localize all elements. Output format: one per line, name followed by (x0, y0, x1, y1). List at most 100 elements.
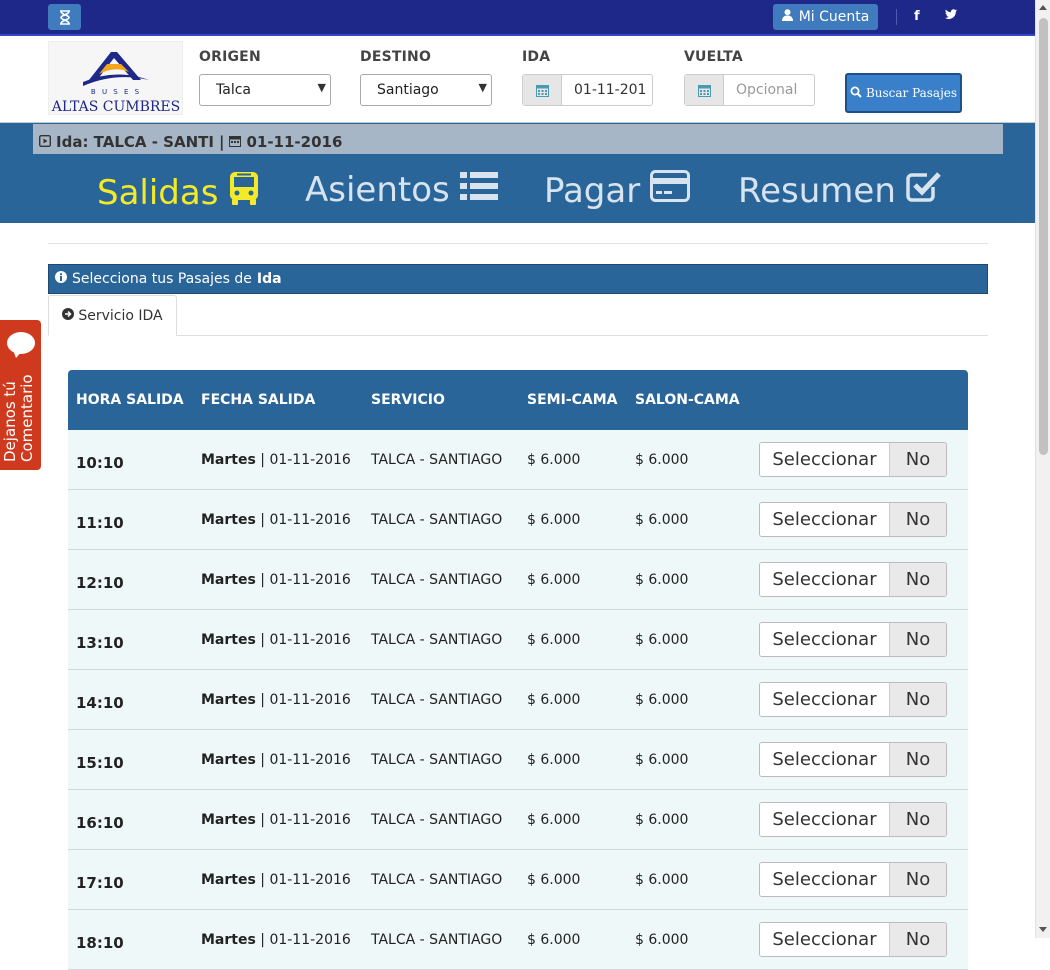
salon-cama-price: $ 6.000 (635, 572, 689, 588)
toggle-no[interactable]: No (890, 503, 946, 536)
select-toggle[interactable]: Seleccionar No (759, 442, 947, 477)
info-bar: Selecciona tus Pasajes de Ida (48, 264, 988, 294)
select-button[interactable]: Seleccionar (760, 863, 890, 896)
departure-date-value: 01-11-2016 (269, 752, 351, 768)
salon-cama-price: $ 6.000 (635, 632, 689, 648)
scrollbar-thumb[interactable] (1039, 18, 1048, 455)
logo-brand: ALTAS CUMBRES (51, 99, 180, 115)
table-row: 16:10 Martes | 01-11-2016 TALCA - SANTIAGO… (68, 790, 968, 850)
semi-cama-price: $ 6.000 (527, 812, 581, 828)
header-hora-salida: HORA SALIDA (76, 392, 184, 408)
select-button[interactable]: Seleccionar (760, 623, 890, 656)
departure-date: Martes | 01-11-2016 (201, 452, 351, 468)
trip-date: 01-11-2016 (246, 133, 343, 151)
tab-label: Servicio IDA (78, 307, 163, 324)
select-button[interactable]: Seleccionar (760, 563, 890, 596)
toggle-no[interactable]: No (890, 683, 946, 716)
my-account-button[interactable]: Mi Cuenta (773, 4, 878, 30)
select-toggle[interactable]: Seleccionar No (759, 862, 947, 897)
origin-value: Talca (216, 82, 251, 98)
table-row: 10:10 Martes | 01-11-2016 TALCA - SANTIAGO… (68, 430, 968, 490)
select-button[interactable]: Seleccionar (760, 743, 890, 776)
semi-cama-price: $ 6.000 (527, 452, 581, 468)
feedback-tab[interactable]: Dejanos tú Comentario (0, 320, 41, 470)
semi-cama-price: $ 6.000 (527, 692, 581, 708)
select-toggle[interactable]: Seleccionar No (759, 622, 947, 657)
divider (896, 9, 897, 25)
altas-cumbres-logo[interactable]: B U S E S ALTAS CUMBRES (48, 41, 183, 115)
calendar-icon[interactable] (523, 75, 562, 105)
vuelta-placeholder: Opcional (736, 82, 798, 98)
select-button[interactable]: Seleccionar (760, 443, 890, 476)
my-account-label: Mi Cuenta (798, 9, 870, 25)
header-fecha-salida: FECHA SALIDA (201, 392, 316, 408)
scroll-down-icon[interactable] (1039, 927, 1047, 932)
twitter-icon[interactable] (945, 9, 957, 24)
toggle-no[interactable]: No (890, 803, 946, 836)
salon-cama-price: $ 6.000 (635, 752, 689, 768)
service-route: TALCA - SANTIAGO (371, 692, 503, 708)
divider (48, 243, 988, 244)
select-toggle[interactable]: Seleccionar No (759, 742, 947, 777)
origin-label: ORIGEN (199, 49, 261, 65)
header-servicio: SERVICIO (371, 392, 445, 408)
departure-time: 14:10 (76, 694, 124, 712)
destination-select[interactable]: Santiago ▼ (360, 74, 492, 106)
toggle-no[interactable]: No (890, 743, 946, 776)
select-button[interactable]: Seleccionar (760, 683, 890, 716)
search-tickets-button[interactable]: Buscar Pasajes (845, 73, 962, 113)
salon-cama-price: $ 6.000 (635, 932, 689, 948)
select-button[interactable]: Seleccionar (760, 923, 890, 956)
departure-time: 18:10 (76, 934, 124, 952)
check-square-icon (906, 170, 942, 211)
toggle-no[interactable]: No (890, 923, 946, 956)
facebook-icon[interactable]: f (914, 9, 920, 24)
departure-date-value: 01-11-2016 (269, 872, 351, 888)
service-route: TALCA - SANTIAGO (371, 812, 503, 828)
scroll-up-icon[interactable] (1039, 5, 1047, 10)
service-route: TALCA - SANTIAGO (371, 512, 503, 528)
departure-date-value: 01-11-2016 (269, 932, 351, 948)
semi-cama-price: $ 6.000 (527, 872, 581, 888)
departure-date-value: 01-11-2016 (269, 452, 351, 468)
step-resumen[interactable]: Resumen (738, 170, 942, 211)
salon-cama-price: $ 6.000 (635, 452, 689, 468)
search-icon (850, 86, 862, 101)
toggle-no[interactable]: No (890, 863, 946, 896)
step-label: Pagar (544, 170, 641, 211)
origin-select[interactable]: Talca ▼ (199, 74, 331, 106)
toggle-no[interactable]: No (890, 443, 946, 476)
step-pagar[interactable]: Pagar (544, 170, 691, 211)
bus-icon (228, 170, 260, 215)
scrollbar[interactable] (1035, 0, 1050, 938)
semi-cama-price: $ 6.000 (527, 752, 581, 768)
hourglass-icon[interactable] (48, 4, 81, 30)
feedback-label: Dejanos tú Comentario (1, 374, 36, 462)
ida-date-field[interactable]: 01-11-201 (522, 74, 653, 106)
departure-date: Martes | 01-11-2016 (201, 692, 351, 708)
departure-time: 11:10 (76, 514, 124, 532)
step-asientos[interactable]: Asientos (305, 170, 498, 210)
select-button[interactable]: Seleccionar (760, 503, 890, 536)
select-button[interactable]: Seleccionar (760, 803, 890, 836)
tab-servicio-ida[interactable]: Servicio IDA (48, 295, 177, 336)
toggle-no[interactable]: No (890, 623, 946, 656)
salon-cama-price: $ 6.000 (635, 872, 689, 888)
departure-day: Martes (201, 872, 256, 888)
select-toggle[interactable]: Seleccionar No (759, 802, 947, 837)
step-salidas[interactable]: Salidas (97, 170, 260, 215)
select-toggle[interactable]: Seleccionar No (759, 502, 947, 537)
departure-day: Martes (201, 572, 256, 588)
vuelta-date-field[interactable]: Opcional (684, 74, 815, 106)
play-square-icon (38, 133, 52, 151)
departure-day: Martes (201, 512, 256, 528)
select-toggle[interactable]: Seleccionar No (759, 922, 947, 957)
departure-day: Martes (201, 452, 256, 468)
table-row: 15:10 Martes | 01-11-2016 TALCA - SANTIAGO… (68, 730, 968, 790)
calendar-icon[interactable] (685, 75, 724, 105)
departure-date: Martes | 01-11-2016 (201, 632, 351, 648)
select-toggle[interactable]: Seleccionar No (759, 562, 947, 597)
select-toggle[interactable]: Seleccionar No (759, 682, 947, 717)
salon-cama-price: $ 6.000 (635, 512, 689, 528)
toggle-no[interactable]: No (890, 563, 946, 596)
